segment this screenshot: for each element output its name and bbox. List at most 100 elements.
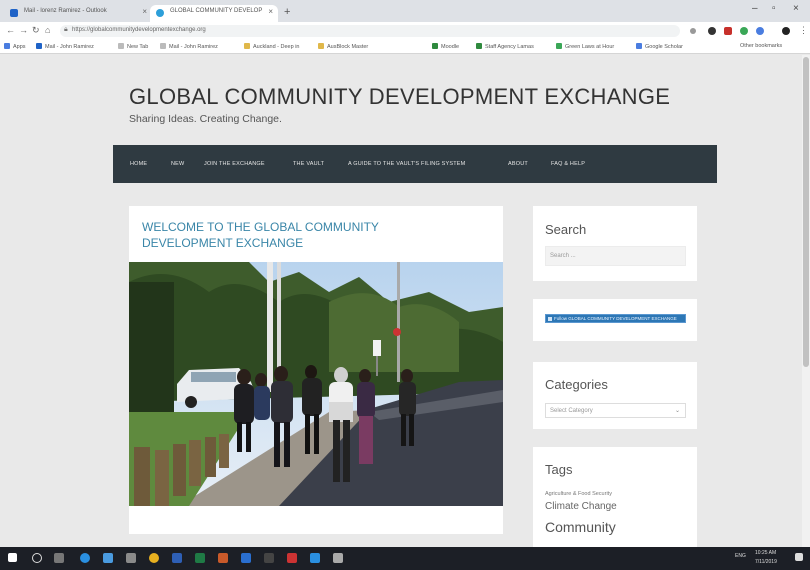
- nav-item-join[interactable]: JOIN THE EXCHANGE: [204, 161, 265, 167]
- categories-widget: Categories Select Category ⌄: [533, 362, 697, 429]
- bookmark-item[interactable]: Apps: [4, 43, 26, 50]
- app-icon[interactable]: [310, 553, 320, 563]
- moodle-icon: [432, 43, 438, 49]
- tab-label: GLOBAL COMMUNITY DEVELOP: [170, 8, 263, 14]
- tags-widget: Tags Agriculture & Food Security Climate…: [533, 447, 697, 547]
- bookmarks-bar: Apps Mail - John Ramirez New Tab Mail - …: [0, 40, 810, 54]
- minimize-icon[interactable]: –: [752, 3, 758, 14]
- outlook-icon: [10, 9, 18, 17]
- bookmark-item[interactable]: Auckland - Deep in: [244, 43, 299, 50]
- close-tab-icon[interactable]: ×: [142, 7, 147, 16]
- bookmark-item[interactable]: AusBlock Master: [318, 43, 368, 50]
- main-navigation: HOME NEW JOIN THE EXCHANGE THE VAULT A G…: [113, 145, 717, 183]
- outlook-app-icon[interactable]: [241, 553, 251, 563]
- page-icon: [118, 43, 124, 49]
- menu-icon[interactable]: ⋮: [799, 25, 808, 36]
- close-tab-icon[interactable]: ×: [268, 7, 273, 16]
- browser-tab-bar: Mail - lorenz Ramirez - Outlook × GLOBAL…: [0, 0, 810, 22]
- browser-tab-outlook[interactable]: Mail - lorenz Ramirez - Outlook ×: [4, 5, 152, 22]
- bookmark-item[interactable]: Moodle: [432, 43, 459, 50]
- facebook-follow-button[interactable]: Follow GLOBAL COMMUNITY DEVELOPMENT EXCH…: [545, 314, 686, 323]
- post-title[interactable]: WELCOME TO THE GLOBAL COMMUNITY DEVELOPM…: [142, 219, 422, 251]
- tab-label: Mail - lorenz Ramirez - Outlook: [24, 8, 107, 14]
- bookmark-item[interactable]: Staff Agency Lamas: [476, 43, 534, 50]
- post-photo[interactable]: [129, 262, 503, 506]
- extension-icon[interactable]: [740, 27, 748, 35]
- page-icon: [556, 43, 562, 49]
- group-walking-photo: [129, 262, 503, 506]
- taskbar-language[interactable]: ENG: [735, 553, 746, 559]
- page-icon: [244, 43, 250, 49]
- home-icon[interactable]: ⌂: [45, 25, 50, 35]
- windows-start-icon[interactable]: [8, 553, 17, 562]
- facebook-icon: [548, 317, 552, 321]
- new-tab-icon[interactable]: +: [284, 6, 290, 18]
- search-icon[interactable]: [32, 553, 42, 563]
- window-close-icon[interactable]: ×: [793, 3, 799, 14]
- tag-link[interactable]: Community: [545, 519, 616, 535]
- taskbar-time[interactable]: 10:25 AM: [755, 550, 776, 556]
- task-view-icon[interactable]: [54, 553, 64, 563]
- categories-widget-title: Categories: [545, 377, 608, 392]
- site-title[interactable]: GLOBAL COMMUNITY DEVELOPMENT EXCHANGE: [129, 84, 670, 110]
- star-icon[interactable]: [690, 28, 696, 34]
- tag-link[interactable]: Agriculture & Food Security: [545, 491, 612, 497]
- nav-item-about[interactable]: ABOUT: [508, 161, 528, 167]
- page-viewport: GLOBAL COMMUNITY DEVELOPMENT EXCHANGE Sh…: [0, 55, 810, 547]
- bookmark-item[interactable]: Mail - John Ramirez: [36, 43, 94, 50]
- forward-icon[interactable]: →: [19, 25, 28, 35]
- maximize-icon[interactable]: ▫: [772, 3, 776, 14]
- url-bar[interactable]: 🔒︎ https://globalcommunitydevelopmentexc…: [60, 25, 680, 37]
- chrome-icon[interactable]: [149, 553, 159, 563]
- mail-app-icon[interactable]: [103, 553, 113, 563]
- mail-icon: [36, 43, 42, 49]
- nav-item-vault[interactable]: THE VAULT: [293, 161, 324, 167]
- bookmark-item[interactable]: Google Scholar: [636, 43, 683, 50]
- extension-icon[interactable]: [756, 27, 764, 35]
- profile-avatar[interactable]: [782, 27, 790, 35]
- scholar-icon: [636, 43, 642, 49]
- tag-link[interactable]: Climate Change: [545, 501, 617, 512]
- powerpoint-icon[interactable]: [218, 553, 228, 563]
- word-icon[interactable]: [172, 553, 182, 563]
- app-icon[interactable]: [264, 553, 274, 563]
- nav-item-new[interactable]: NEW: [171, 161, 184, 167]
- windows-taskbar: ENG 10:25 AM 7/11/2019: [0, 547, 810, 570]
- browser-tab-active[interactable]: GLOBAL COMMUNITY DEVELOP ×: [150, 5, 278, 22]
- search-input[interactable]: Search ...: [545, 246, 686, 266]
- scrollbar-thumb[interactable]: [803, 57, 809, 367]
- page-icon: [318, 43, 324, 49]
- bookmark-item[interactable]: Other bookmarks: [740, 43, 782, 49]
- edge-icon[interactable]: [80, 553, 90, 563]
- site-tagline: Sharing Ideas. Creating Change.: [129, 113, 282, 125]
- facebook-widget: Follow GLOBAL COMMUNITY DEVELOPMENT EXCH…: [533, 299, 697, 341]
- extension-icon[interactable]: [724, 27, 732, 35]
- store-icon[interactable]: [126, 553, 136, 563]
- chevron-down-icon: ⌄: [674, 408, 680, 414]
- featured-post: WELCOME TO THE GLOBAL COMMUNITY DEVELOPM…: [129, 206, 503, 534]
- search-widget: Search Search ...: [533, 206, 697, 281]
- extension-icon[interactable]: [708, 27, 716, 35]
- excel-icon[interactable]: [195, 553, 205, 563]
- category-select[interactable]: Select Category ⌄: [545, 403, 686, 418]
- acrobat-icon[interactable]: [287, 553, 297, 563]
- search-widget-title: Search: [545, 222, 587, 237]
- apps-icon: [4, 43, 10, 49]
- nav-item-home[interactable]: HOME: [130, 161, 147, 167]
- bookmark-item[interactable]: Mail - John Ramirez: [160, 43, 218, 50]
- page-icon: [476, 43, 482, 49]
- app-icon[interactable]: [333, 553, 343, 563]
- page-icon: [160, 43, 166, 49]
- nav-item-guide[interactable]: A GUIDE TO THE VAULT'S FILING SYSTEM: [348, 161, 465, 167]
- nav-item-faq[interactable]: FAQ & HELP: [551, 161, 585, 167]
- url-text: https://globalcommunitydevelopmentexchan…: [72, 27, 206, 33]
- notification-icon[interactable]: [795, 553, 803, 561]
- back-icon[interactable]: ←: [6, 25, 15, 35]
- tags-widget-title: Tags: [545, 462, 573, 477]
- reload-icon[interactable]: ↻: [32, 25, 40, 36]
- bookmark-item[interactable]: Green Laws at Hour: [556, 43, 614, 50]
- taskbar-date[interactable]: 7/11/2019: [755, 559, 777, 565]
- bookmark-item[interactable]: New Tab: [118, 43, 148, 50]
- site-favicon-icon: [156, 9, 164, 17]
- lock-icon: 🔒︎: [64, 26, 68, 33]
